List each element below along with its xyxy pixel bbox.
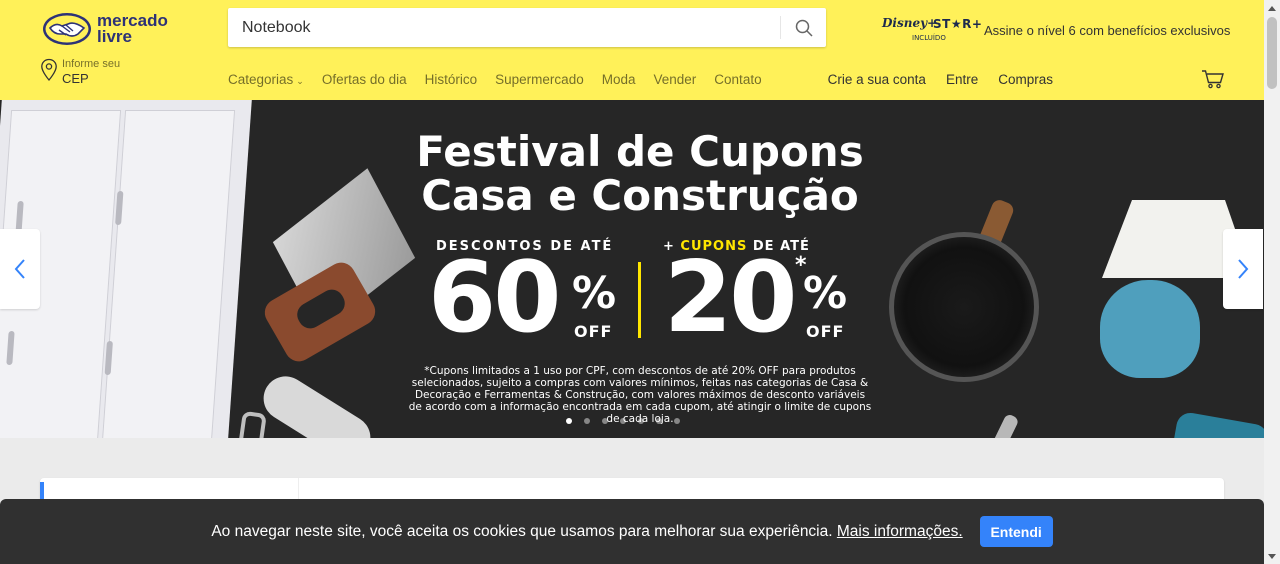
- search-bar: [228, 8, 826, 47]
- cabinet-handle: [104, 341, 113, 375]
- user-nav: Crie a sua conta Entre Compras: [828, 72, 1053, 87]
- carousel-dot[interactable]: [584, 418, 590, 424]
- login-link[interactable]: Entre: [946, 72, 978, 87]
- header: mercado livre Disney+ ST★R+ INCLUÍDO Ass…: [0, 0, 1264, 100]
- cabinet-handle: [6, 331, 15, 365]
- carousel-dots: [566, 418, 680, 424]
- carousel-dot[interactable]: [656, 418, 662, 424]
- nav-item-contato[interactable]: Contato: [714, 72, 761, 87]
- cookie-accept-button[interactable]: Entendi: [979, 516, 1053, 547]
- cookie-banner: Ao navegar neste site, você aceita os co…: [0, 499, 1264, 564]
- scrollbar-thumb[interactable]: [1267, 17, 1277, 89]
- disney-star-promo[interactable]: Disney+ ST★R+ INCLUÍDO Assine o nível 6 …: [882, 14, 1230, 46]
- main-nav: Categorias ⌄ Ofertas do dia Histórico Sup…: [228, 72, 762, 87]
- search-input[interactable]: [228, 8, 780, 47]
- search-button[interactable]: [781, 8, 826, 47]
- cookie-message: Ao navegar neste site, você aceita os co…: [211, 522, 833, 540]
- lamp-base-illustration: [1100, 280, 1200, 378]
- paint-roller-arm: [229, 410, 267, 438]
- cep-label-small: Informe seu: [62, 58, 121, 70]
- coupon-value: 20: [664, 241, 797, 355]
- paint-roller-illustration: [255, 368, 379, 438]
- scroll-up-arrow-icon[interactable]: [1264, 0, 1280, 16]
- carousel-dot[interactable]: [566, 418, 572, 424]
- included-label: INCLUÍDO: [912, 34, 946, 42]
- coupon-off: OFF: [806, 322, 845, 341]
- carousel-dot[interactable]: [620, 418, 626, 424]
- nav-item-label: Categorias: [228, 72, 294, 87]
- star-plus-logo: ST★R+: [933, 17, 983, 31]
- discount-off: OFF: [574, 322, 613, 341]
- cep-text: Informe seu CEP: [62, 58, 120, 87]
- banner-title: Festival de Cupons Casa e Construção: [400, 130, 880, 218]
- scroll-down-arrow-icon[interactable]: [1264, 548, 1280, 564]
- magnifier-icon: [795, 19, 813, 37]
- mercado-livre-logo[interactable]: mercado livre: [42, 9, 182, 49]
- disney-star-badge: Disney+ ST★R+ INCLUÍDO: [882, 14, 982, 46]
- logo-wordmark: mercado livre: [97, 12, 168, 46]
- carousel-dot[interactable]: [674, 418, 680, 424]
- banner-fineprint: *Cupons limitados a 1 uso por CPF, com d…: [408, 365, 872, 425]
- page: mercado livre Disney+ ST★R+ INCLUÍDO Ass…: [0, 0, 1280, 564]
- nav-item-categorias[interactable]: Categorias ⌄: [228, 72, 304, 87]
- cabinet-door: [102, 110, 236, 438]
- nav-item-ofertas-do-dia[interactable]: Ofertas do dia: [322, 72, 407, 87]
- shopping-cart-icon[interactable]: [1201, 69, 1225, 89]
- frying-pan-illustration: [889, 232, 1039, 382]
- page-scrollbar[interactable]: [1264, 0, 1280, 564]
- purchases-link[interactable]: Compras: [998, 72, 1053, 87]
- nav-item-vender[interactable]: Vender: [654, 72, 697, 87]
- nav-item-supermercado[interactable]: Supermercado: [495, 72, 584, 87]
- nav-item-historico[interactable]: Histórico: [425, 72, 478, 87]
- carousel-dot[interactable]: [602, 418, 608, 424]
- disney-plus-logo: Disney+: [882, 16, 938, 30]
- cep-label: CEP: [62, 71, 89, 86]
- discount-percent: %: [572, 268, 617, 319]
- blue-drill-illustration: [1162, 410, 1264, 438]
- chevron-down-icon: ⌄: [296, 76, 304, 86]
- cookie-more-info-link[interactable]: Mais informações.: [837, 523, 963, 540]
- chevron-right-icon: [1238, 259, 1249, 279]
- cookie-text: Ao navegar neste site, você aceita os co…: [211, 523, 962, 541]
- wrench-illustration: [954, 413, 1020, 438]
- carousel-prev-button[interactable]: [0, 229, 40, 309]
- cep-selector[interactable]: Informe seu CEP: [40, 58, 120, 87]
- banner-divider: [638, 262, 641, 338]
- banner-title-line2: Casa e Construção: [421, 171, 859, 220]
- banner-title-line1: Festival de Cupons: [416, 127, 864, 176]
- carousel-dot[interactable]: [638, 418, 644, 424]
- cabinet-handle: [115, 191, 124, 225]
- promo-text: Assine o nível 6 com benefícios exclusiv…: [984, 22, 1231, 38]
- handshake-logo-icon: [42, 12, 92, 46]
- carousel-next-button[interactable]: [1223, 229, 1263, 309]
- logo-line2: livre: [97, 27, 132, 46]
- coupon-percent: %: [803, 268, 848, 319]
- nav-item-moda[interactable]: Moda: [602, 72, 636, 87]
- location-pin-icon: [41, 58, 57, 81]
- create-account-link[interactable]: Crie a sua conta: [828, 72, 926, 87]
- chevron-left-icon: [14, 259, 25, 279]
- discount-value: 60: [428, 241, 561, 355]
